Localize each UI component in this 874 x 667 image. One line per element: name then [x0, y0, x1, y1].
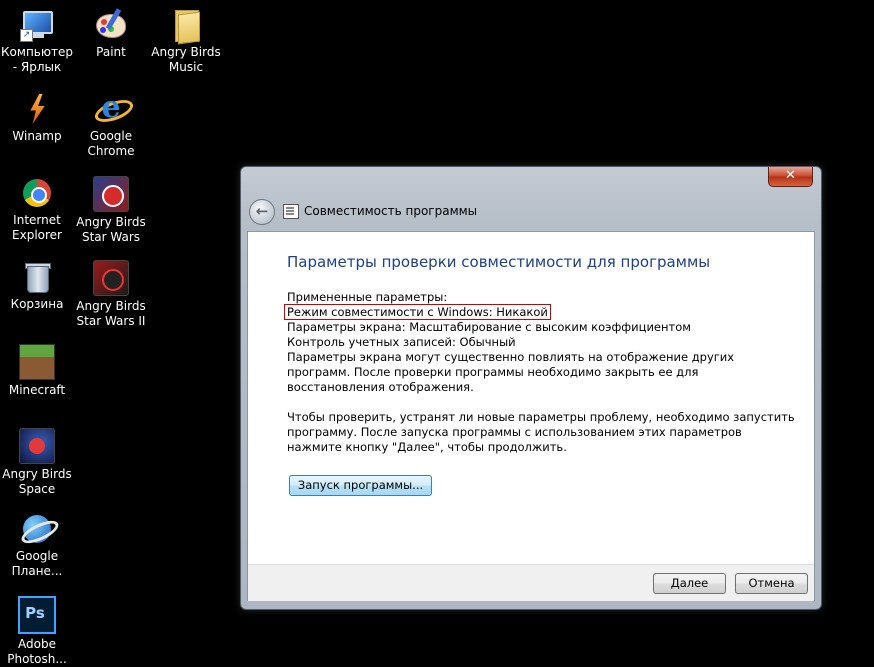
desktop-icon-paint[interactable]: Paint: [74, 8, 148, 60]
desktop-icon-photoshop[interactable]: Ps Adobe Photosh...: [0, 596, 74, 667]
desktop-icon-google-earth[interactable]: Google Плане...: [0, 512, 74, 579]
desktop-icon-label: Paint: [96, 45, 126, 59]
desktop-icon-google-chrome[interactable]: e Google Chrome: [74, 92, 148, 159]
back-arrow-icon[interactable]: ←: [249, 199, 275, 225]
desktop-icon-label: Angry Birds Star Wars II: [76, 299, 146, 328]
computer-shortcut-icon: ↗: [20, 8, 54, 42]
desktop-icon-label: Корзина: [10, 297, 64, 311]
page-heading: Параметры проверки совместимости для про…: [287, 253, 711, 271]
desktop-icon-computer[interactable]: ↗ Компьютер - Ярлык: [0, 8, 74, 75]
close-button[interactable]: ✕: [768, 167, 813, 187]
internet-explorer-icon: e: [92, 92, 136, 127]
desktop-icon-label: Internet Explorer: [12, 213, 62, 242]
angry-birds-space-icon: [19, 428, 55, 464]
angry-birds-star-wars-2-icon: [93, 260, 129, 296]
applied-settings-label: Примененные параметры:: [287, 290, 448, 304]
desktop-icon-label: Adobe Photosh...: [7, 637, 67, 666]
compatibility-dialog: ✕ ← Совместимость программы Параметры пр…: [240, 166, 822, 610]
dialog-content: Параметры проверки совместимости для про…: [247, 231, 815, 601]
desktop-icon-angry-birds-star-wars-2[interactable]: Angry Birds Star Wars II: [74, 260, 148, 329]
run-program-button[interactable]: Запуск программы...: [289, 475, 432, 496]
desktop-icon-internet-explorer[interactable]: Internet Explorer: [0, 176, 74, 243]
desktop-icon-angry-birds-music[interactable]: Angry Birds Music: [149, 8, 223, 75]
folder-icon: [169, 8, 203, 45]
desktop-icon-recycle-bin[interactable]: Корзина: [0, 260, 74, 312]
desktop-icon-label: Google Плане...: [11, 549, 63, 578]
desktop-icon-label: Компьютер - Ярлык: [1, 45, 73, 74]
compat-mode-highlight: Режим совместимости с Windows: Никакой: [284, 304, 551, 320]
desktop-icon-winamp[interactable]: Winamp: [0, 92, 74, 144]
winamp-icon: [20, 92, 54, 126]
recycle-bin-icon: [20, 260, 54, 294]
desktop-icon-label: Google Chrome: [87, 129, 135, 158]
desktop-icon-angry-birds-star-wars[interactable]: Angry Birds Star Wars: [74, 176, 148, 245]
paint-icon: [94, 8, 128, 42]
desktop-icon-minecraft[interactable]: Minecraft: [0, 344, 74, 398]
desktop-icon-label: Winamp: [12, 129, 62, 143]
google-earth-icon: [18, 512, 62, 548]
desktop-icon-label: Angry Birds Star Wars: [76, 215, 146, 244]
program-compatibility-icon: [283, 204, 299, 219]
dialog-title: Совместимость программы: [304, 204, 478, 218]
next-button[interactable]: Далее: [653, 573, 726, 594]
chrome-icon: [20, 176, 54, 210]
photoshop-icon: Ps: [18, 596, 56, 634]
uac-row: Контроль учетных записей: Обычный: [287, 335, 516, 349]
angry-birds-star-wars-icon: [93, 176, 129, 212]
dialog-footer: Далее Отмена: [248, 564, 814, 601]
desktop-icon-label: Angry Birds Space: [2, 467, 72, 496]
cancel-button[interactable]: Отмена: [735, 573, 808, 594]
screen-note: Параметры экрана могут существенно повли…: [287, 350, 735, 394]
desktop-icon-label: Minecraft: [8, 383, 66, 397]
desktop-icon-label: Angry Birds Music: [151, 45, 221, 74]
desktop-icon-angry-birds-space[interactable]: Angry Birds Space: [0, 428, 74, 497]
compat-mode-row: Режим совместимости с Windows: Никакой: [284, 304, 807, 320]
screen-params-row: Параметры экрана: Масштабирование с высо…: [287, 320, 691, 334]
instructions-text: Чтобы проверить, устранят ли новые парам…: [287, 410, 795, 454]
minecraft-icon: [19, 344, 55, 380]
